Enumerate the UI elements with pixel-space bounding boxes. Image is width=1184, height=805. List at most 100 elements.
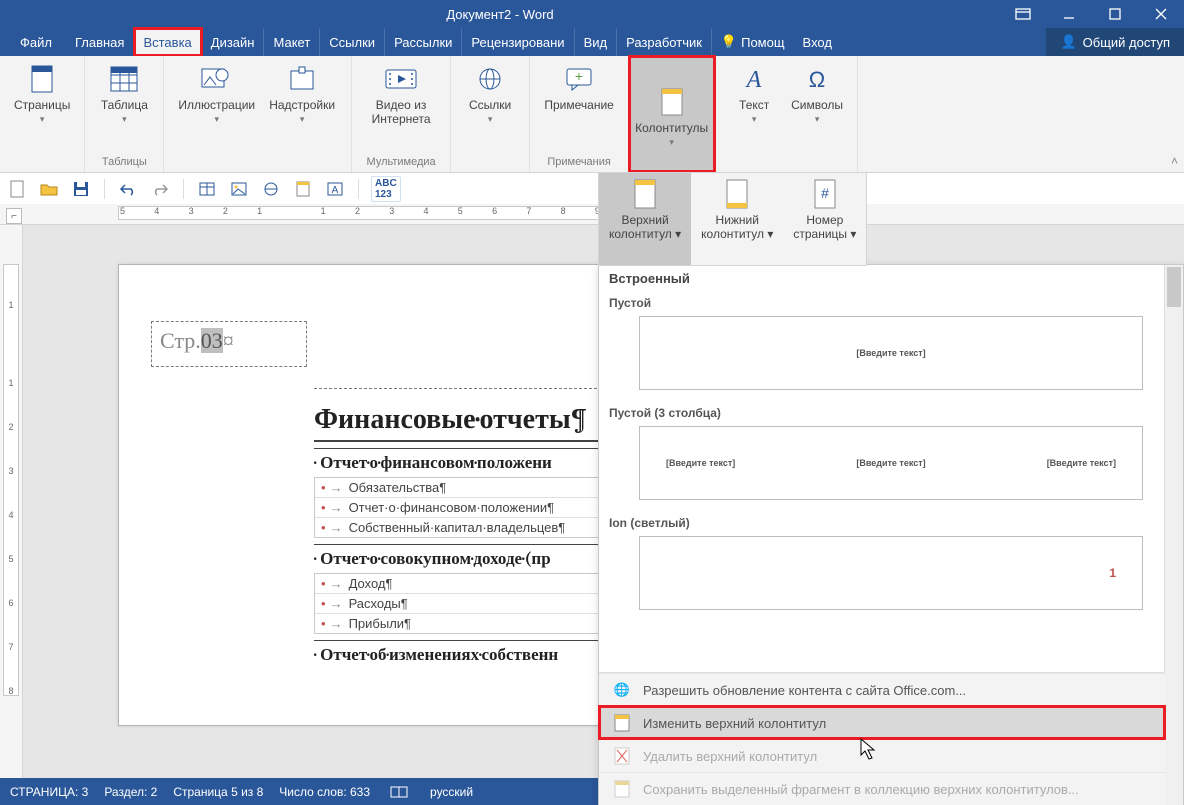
header-footer-button[interactable]: Колонтитулы▾ [629, 56, 714, 176]
gallery-option-empty3: Пустой (3 столбца) [599, 400, 1183, 422]
proofing-icon[interactable] [390, 785, 408, 799]
header-gallery: Встроенный Пустой [Введите текст] Пустой… [598, 264, 1184, 805]
minimize-icon[interactable] [1046, 0, 1092, 28]
horizontal-ruler[interactable]: ⌐ 54321123456789 [0, 204, 1184, 225]
doc-list-a: •→Обязательства¶ •→Отчет·о·финансовом·по… [314, 477, 617, 538]
open-icon[interactable] [38, 178, 60, 200]
tab-help[interactable]: 💡Помощ [712, 28, 794, 56]
doc-heading-2a: · Отчет·о·финансовом·положени [314, 448, 617, 473]
doc-heading-2c: · Отчет·об·изменениях·собственн [314, 640, 617, 665]
header-qat-icon[interactable] [292, 178, 314, 200]
header-footer-subribbon: Верхнийколонтитул ▾ Нижнийколонтитул ▾ #… [598, 172, 867, 266]
tab-layout[interactable]: Макет [264, 28, 320, 56]
header-edit-box[interactable]: Стр.03¤ [151, 321, 307, 367]
tab-mailings[interactable]: Рассылки [385, 28, 462, 56]
svg-text:A: A [745, 67, 762, 93]
table-qat-icon[interactable] [196, 178, 218, 200]
svg-text:+: + [575, 68, 583, 84]
omega-icon: Ω [800, 62, 834, 96]
tab-file[interactable]: Файл [10, 28, 66, 56]
media-group-label: Мультимедиа [367, 153, 436, 172]
gallery-category-builtin: Встроенный [599, 265, 1183, 290]
svg-text:Ω: Ω [809, 67, 825, 92]
status-page-of[interactable]: Страница 5 из 8 [173, 785, 263, 799]
textbox-qat-icon[interactable]: A [324, 178, 346, 200]
quick-access-toolbar: A ABC123 [0, 173, 1184, 206]
globe-icon: 🌐 [613, 681, 631, 699]
tab-review[interactable]: Рецензировани [462, 28, 574, 56]
status-language[interactable]: русский [430, 785, 473, 799]
comment-button[interactable]: + Примечание [538, 60, 620, 114]
comment-icon: + [562, 62, 596, 96]
close-icon[interactable] [1138, 0, 1184, 28]
symbols-button[interactable]: Ω Символы▾ [785, 60, 849, 127]
tab-selector-icon[interactable]: ⌐ [6, 208, 22, 224]
table-button[interactable]: Таблица▾ [93, 60, 155, 127]
links-button[interactable]: Ссылки▾ [459, 60, 521, 127]
footer-dropdown[interactable]: Нижнийколонтитул ▾ [691, 173, 783, 265]
addins-icon [285, 62, 319, 96]
vertical-ruler[interactable]: 112345678 [0, 224, 23, 778]
save-selection-icon [613, 780, 631, 798]
gallery-delete-header[interactable]: Удалить верхний колонтитул [599, 739, 1165, 772]
status-section[interactable]: Раздел: 2 [104, 785, 157, 799]
gallery-save-selection[interactable]: Сохранить выделенный фрагмент в коллекци… [599, 772, 1165, 805]
gallery-preview-ion[interactable]: 1 [639, 536, 1143, 610]
gallery-office-update[interactable]: 🌐 Разрешить обновление контента с сайта … [599, 673, 1165, 706]
svg-text:A: A [332, 185, 339, 196]
ribbon-insert: Страницы▾ Таблица▾ Таблицы Иллюстрации▾ [0, 56, 1184, 173]
titlebar: Документ2 - Word [0, 0, 1184, 28]
ribbon-display-icon[interactable] [1000, 0, 1046, 28]
new-doc-icon[interactable] [6, 178, 28, 200]
page-icon [25, 62, 59, 96]
lightbulb-icon: 💡 [721, 34, 737, 50]
illustrations-button[interactable]: Иллюстрации▾ [172, 60, 261, 127]
gallery-scrollbar[interactable] [1164, 265, 1183, 805]
undo-icon[interactable] [117, 178, 139, 200]
header-dropdown[interactable]: Верхнийколонтитул ▾ [599, 173, 691, 265]
doc-list-b: •→Доход¶ •→Расходы¶ •→Прибыли¶ [314, 573, 617, 634]
text-button[interactable]: A Текст▾ [723, 60, 785, 127]
gallery-preview-empty[interactable]: [Введите текст] [639, 316, 1143, 390]
header-footer-icon [655, 85, 689, 119]
link-icon [473, 62, 507, 96]
doc-heading-1: Финансовые·отчеты¶ [314, 403, 617, 442]
header-icon [628, 177, 662, 211]
table-icon [107, 62, 141, 96]
collapse-ribbon-icon[interactable]: ˄ [1171, 154, 1178, 168]
redo-icon[interactable] [149, 178, 171, 200]
page-number-icon: # [808, 177, 842, 211]
gallery-option-empty: Пустой [599, 290, 1183, 312]
online-video-button[interactable]: Видео изИнтернета [360, 60, 442, 128]
page-number-dropdown[interactable]: # Номерстраницы ▾ [783, 173, 866, 265]
pictures-icon [200, 62, 234, 96]
status-page[interactable]: СТРАНИЦА: 3 [10, 785, 88, 799]
tab-insert[interactable]: Вставка [134, 28, 201, 56]
footer-icon [720, 177, 754, 211]
picture-qat-icon[interactable] [228, 178, 250, 200]
window-title: Документ2 - Word [0, 7, 1000, 22]
addins-button[interactable]: Надстройки▾ [261, 60, 343, 127]
save-icon[interactable] [70, 178, 92, 200]
delete-header-icon [613, 747, 631, 765]
gallery-edit-header[interactable]: Изменить верхний колонтитул [599, 706, 1165, 739]
edit-header-icon [613, 714, 631, 732]
share-person-icon: 👤 [1060, 34, 1076, 50]
pages-button[interactable]: Страницы▾ [8, 60, 76, 127]
signin-link[interactable]: Вход [794, 28, 841, 56]
video-icon [384, 62, 418, 96]
link-qat-icon[interactable] [260, 178, 282, 200]
tab-view[interactable]: Вид [575, 28, 618, 56]
tab-developer[interactable]: Разработчик [617, 28, 712, 56]
status-wordcount[interactable]: Число слов: 633 [279, 785, 370, 799]
gallery-preview-empty3[interactable]: [Введите текст][Введите текст][Введите т… [639, 426, 1143, 500]
svg-text:#: # [821, 185, 829, 201]
share-button[interactable]: 👤Общий доступ [1046, 28, 1184, 56]
tab-home[interactable]: Главная [66, 28, 134, 56]
tab-design[interactable]: Дизайн [202, 28, 265, 56]
spelling-icon[interactable]: ABC123 [371, 176, 401, 202]
text-icon: A [737, 62, 771, 96]
tab-references[interactable]: Ссылки [320, 28, 385, 56]
doc-heading-2b: · Отчет·о·совокупном·доходе·(пр [314, 544, 617, 569]
maximize-icon[interactable] [1092, 0, 1138, 28]
